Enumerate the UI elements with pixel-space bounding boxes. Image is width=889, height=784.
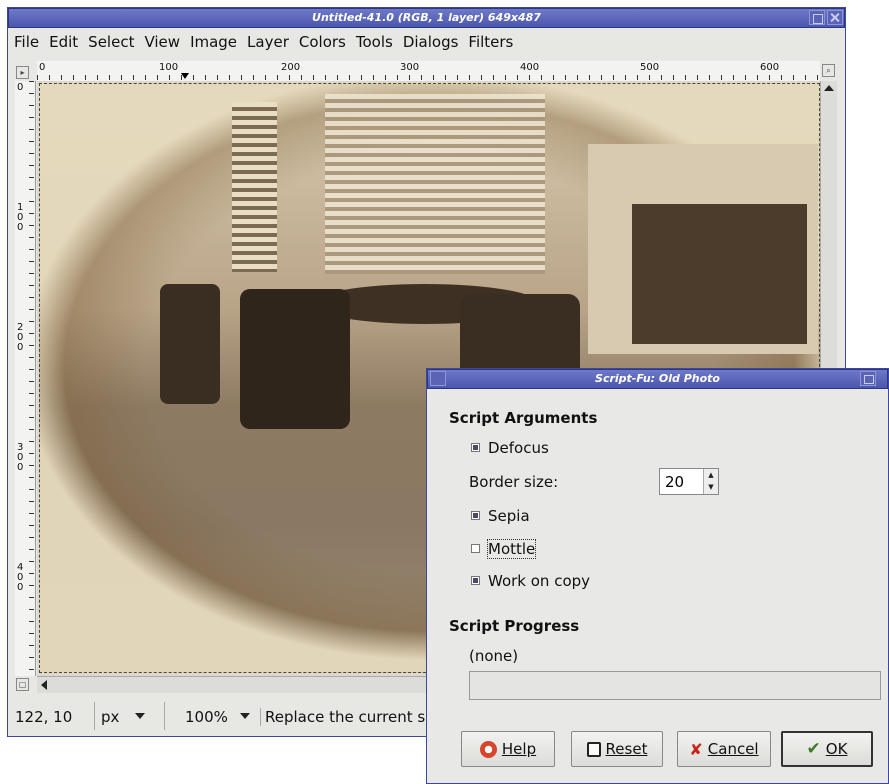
menubar: File Edit Select View Image Layer Colors… [8, 28, 845, 52]
scroll-up-icon[interactable] [824, 85, 834, 91]
ok-label: OK [825, 740, 848, 758]
script-progress-heading: Script Progress [449, 617, 580, 635]
ruler-label: 600 [760, 62, 780, 73]
zoom-select[interactable]: 100% [164, 702, 257, 730]
ruler-label: 500 [640, 62, 660, 73]
defocus-checkbox[interactable]: Defocus [471, 439, 549, 457]
close-icon[interactable] [827, 10, 843, 25]
menu-image[interactable]: Image [184, 28, 241, 52]
zoom-value: 100% [185, 708, 228, 726]
work-on-copy-label: Work on copy [488, 572, 591, 590]
menu-tools[interactable]: Tools [350, 28, 397, 52]
ruler-label: 200 [281, 62, 301, 73]
scroll-left-icon[interactable] [41, 680, 47, 690]
menu-view[interactable]: View [138, 28, 184, 52]
unit-value: px [101, 708, 120, 726]
left-shutter [232, 102, 277, 272]
script-arguments-heading: Script Arguments [449, 409, 598, 427]
sepia-checkbox[interactable]: Sepia [471, 507, 530, 525]
chevron-down-icon [135, 713, 145, 719]
menu-colors[interactable]: Colors [293, 28, 350, 52]
window-shutters [325, 94, 545, 274]
ok-check-icon: ✔ [806, 739, 821, 759]
defocus-label: Defocus [488, 439, 549, 457]
cancel-x-icon: ✘ [689, 739, 703, 759]
menu-file[interactable]: File [8, 28, 43, 52]
maximize-icon[interactable] [809, 10, 825, 25]
checkbox-checked-icon [471, 511, 480, 520]
border-size-label: Border size: [469, 473, 559, 491]
chair [240, 289, 350, 429]
sepia-label: Sepia [488, 507, 530, 525]
vertical-ruler[interactable]: 0 100 200 300 400 [15, 81, 36, 676]
work-on-copy-checkbox[interactable]: Work on copy [471, 572, 590, 590]
help-lifebuoy-icon [479, 740, 497, 758]
menu-layer[interactable]: Layer [241, 28, 293, 52]
cancel-label: Cancel [707, 740, 759, 758]
ruler-label: 300 [400, 62, 420, 73]
checkbox-checked-icon [471, 443, 480, 452]
help-label: Help [501, 740, 537, 758]
ruler-label: 0 [39, 62, 46, 73]
ok-button[interactable]: ✔ OK [781, 731, 873, 767]
help-button[interactable]: Help [461, 731, 555, 767]
menu-filters[interactable]: Filters [462, 28, 517, 52]
ruler-label: 100 [159, 62, 179, 73]
horizontal-ruler[interactable]: 0 100 200 300 400 500 600 [37, 61, 820, 82]
status-message: Replace the current se [260, 708, 435, 726]
chair [160, 284, 220, 404]
menu-edit[interactable]: Edit [43, 28, 82, 52]
image-window-titlebar[interactable]: Untitled-41.0 (RGB, 1 layer) 649x487 [8, 8, 845, 28]
reset-button[interactable]: Reset [571, 731, 663, 767]
spin-arrows-icon[interactable]: ▲ ▼ [703, 469, 718, 494]
menu-dialogs[interactable]: Dialogs [397, 28, 463, 52]
progress-status-text: (none) [469, 647, 519, 665]
menu-select[interactable]: Select [82, 28, 138, 52]
ruler-label: 0 [17, 82, 24, 93]
maximize-icon[interactable] [860, 371, 876, 386]
quick-mask-icon[interactable]: ▢ [16, 678, 29, 691]
zoom-toggle-icon[interactable]: ⌕ [822, 64, 835, 77]
mottle-checkbox[interactable]: Mottle [471, 539, 537, 559]
unit-select[interactable]: px [94, 702, 155, 730]
border-size-spinner[interactable]: 20 ▲ ▼ [659, 468, 719, 495]
ruler-label: 200 [17, 322, 24, 353]
reset-icon [586, 741, 601, 757]
cancel-button[interactable]: ✘ Cancel [677, 731, 771, 767]
checkbox-checked-icon [471, 576, 480, 585]
ruler-label: 300 [17, 442, 24, 473]
ruler-label: 400 [17, 562, 24, 593]
fireplace-opening [632, 204, 807, 344]
pointer-marker-icon [181, 73, 189, 79]
mottle-label: Mottle [486, 539, 537, 559]
image-window-title: Untitled-41.0 (RGB, 1 layer) 649x487 [312, 11, 541, 24]
reset-label: Reset [605, 740, 648, 758]
ruler-label: 400 [520, 62, 540, 73]
pointer-coords: 122, 10 [15, 708, 73, 726]
old-photo-dialog: Script-Fu: Old Photo Script Arguments De… [426, 368, 889, 784]
window-menu-icon[interactable] [430, 371, 446, 386]
dialog-titlebar[interactable]: Script-Fu: Old Photo [427, 369, 888, 389]
progress-bar [469, 671, 881, 700]
checkbox-unchecked-icon [471, 544, 480, 553]
image-menu-button[interactable]: ▸ [16, 66, 29, 79]
ruler-label: 100 [17, 202, 24, 233]
border-size-value[interactable]: 20 [665, 473, 684, 491]
dialog-title: Script-Fu: Old Photo [595, 372, 720, 385]
chevron-down-icon [240, 713, 250, 719]
